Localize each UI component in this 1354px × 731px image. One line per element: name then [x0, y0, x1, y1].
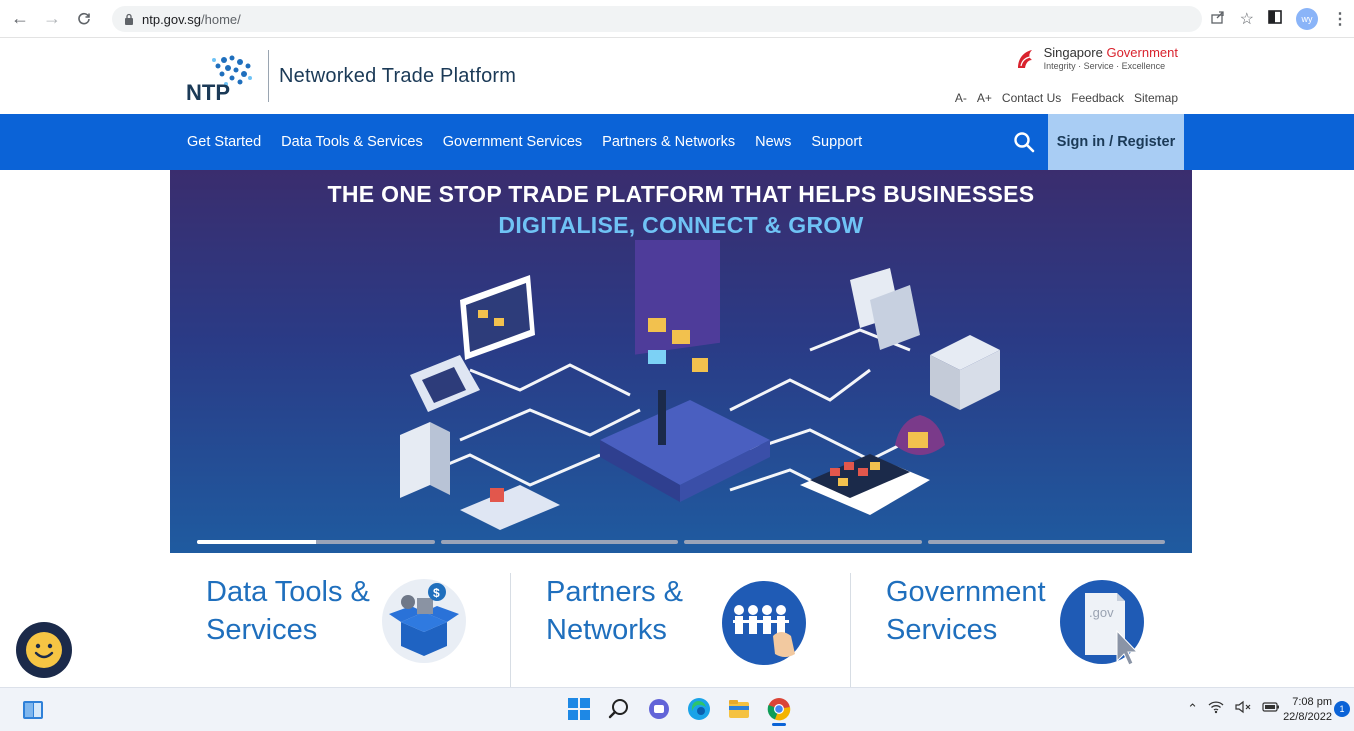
- profile-avatar[interactable]: wy: [1296, 8, 1318, 30]
- tile-title-line2: Networks: [546, 614, 667, 646]
- nav-data-tools-services[interactable]: Data Tools & Services: [281, 134, 423, 150]
- edge-browser-icon[interactable]: [686, 696, 712, 722]
- hero-title-line1: THE ONE STOP TRADE PLATFORM THAT HELPS B…: [327, 181, 1035, 207]
- hero-carousel[interactable]: THE ONE STOP TRADE PLATFORM THAT HELPS B…: [170, 170, 1192, 553]
- nav-news[interactable]: News: [755, 134, 791, 150]
- side-panel-icon[interactable]: [1268, 9, 1282, 29]
- hero-title-line2: DIGITALISE, CONNECT & GROW: [498, 212, 864, 238]
- lion-head-icon: [1012, 46, 1038, 72]
- gov-document-icon: .gov: [1059, 579, 1145, 666]
- carousel-indicator-4[interactable]: [927, 540, 1165, 544]
- lock-icon: [124, 13, 134, 25]
- chat-taskbar-icon[interactable]: [646, 696, 672, 722]
- font-increase-link[interactable]: A+: [977, 91, 992, 105]
- hero-illustration: [400, 240, 1000, 530]
- notification-badge[interactable]: 1: [1334, 701, 1350, 717]
- sign-in-register-button[interactable]: Sign in / Register: [1048, 114, 1184, 170]
- search-taskbar-icon[interactable]: [606, 696, 632, 722]
- windows-taskbar: ⌃ 7:08 pm 22/8/2022 1: [0, 687, 1354, 731]
- carousel-indicators: [197, 540, 1165, 545]
- gov-line1-a: Singapore: [1043, 45, 1107, 60]
- logo-divider: [268, 50, 269, 102]
- chevron-up-icon[interactable]: ⌃: [1187, 701, 1198, 717]
- gov-line1-b: Government: [1106, 45, 1178, 60]
- feedback-link[interactable]: Feedback: [1071, 91, 1124, 105]
- chrome-browser-icon[interactable]: [766, 696, 792, 726]
- singapore-government-brand[interactable]: Singapore Government Integrity · Service…: [1012, 46, 1178, 72]
- smiley-icon: [26, 632, 62, 668]
- clock-date: 22/8/2022: [1283, 711, 1332, 723]
- tile-title-line1: Partners &: [546, 576, 683, 608]
- site-name: Networked Trade Platform: [279, 64, 517, 87]
- forward-arrow-icon[interactable]: →: [40, 7, 64, 31]
- speaker-muted-icon[interactable]: [1234, 700, 1252, 717]
- carousel-indicator-1[interactable]: [197, 540, 435, 544]
- site-header: NTP Networked Trade Platform Singapore G…: [0, 38, 1354, 114]
- nav-government-services[interactable]: Government Services: [443, 134, 582, 150]
- svg-text:.gov: .gov: [1089, 605, 1114, 620]
- menu-kebab-icon[interactable]: ⋮: [1332, 9, 1348, 29]
- nav-partners-networks[interactable]: Partners & Networks: [602, 134, 735, 150]
- tile-title-line2: Services: [886, 614, 998, 646]
- sitemap-link[interactable]: Sitemap: [1134, 91, 1178, 105]
- windows-start-icon[interactable]: [566, 696, 592, 722]
- battery-icon[interactable]: [1262, 701, 1280, 716]
- url-host: ntp.gov.sg: [142, 11, 202, 27]
- nav-get-started[interactable]: Get Started: [187, 134, 261, 150]
- utility-links: A- A+ Contact Us Feedback Sitemap: [955, 91, 1178, 105]
- contact-us-link[interactable]: Contact Us: [1002, 91, 1061, 105]
- share-icon[interactable]: [1210, 9, 1226, 30]
- tile-title-line1: Data Tools &: [206, 576, 370, 608]
- browser-toolbar: ← → ntp.gov.sg/home/ ☆ wy ⋮: [0, 0, 1354, 38]
- chat-assistant-button[interactable]: [16, 622, 72, 678]
- bookmark-star-icon[interactable]: ☆: [1240, 9, 1254, 29]
- svg-text:NTP: NTP: [186, 80, 230, 102]
- font-decrease-link[interactable]: A-: [955, 91, 967, 105]
- tile-government-services[interactable]: Government Services .gov: [851, 573, 1192, 687]
- tile-data-tools-services[interactable]: Data Tools & Services $: [170, 573, 510, 687]
- ntp-logo-mark-icon: NTP: [184, 50, 262, 105]
- tile-title-line1: Government: [886, 576, 1046, 608]
- tile-partners-networks[interactable]: Partners & Networks: [511, 573, 851, 687]
- feature-tiles: Data Tools & Services $ Partners & Netwo…: [170, 553, 1192, 687]
- system-clock[interactable]: 7:08 pm 22/8/2022: [1283, 695, 1332, 725]
- ntp-logo[interactable]: NTP Networked Trade Platform: [184, 50, 517, 105]
- box-icon: $: [381, 578, 467, 664]
- svg-text:$: $: [433, 586, 440, 600]
- gov-motto: Integrity · Service · Excellence: [1043, 61, 1166, 71]
- widgets-icon[interactable]: [22, 700, 44, 720]
- wifi-icon[interactable]: [1208, 700, 1224, 717]
- search-icon[interactable]: [1010, 128, 1038, 156]
- carousel-progress-fill: [197, 540, 316, 544]
- clock-time: 7:08 pm: [1292, 696, 1332, 708]
- carousel-indicator-2[interactable]: [440, 540, 678, 544]
- people-icon: [721, 580, 807, 666]
- back-arrow-icon[interactable]: ←: [8, 7, 32, 31]
- tile-title-line2: Services: [206, 614, 318, 646]
- carousel-indicator-3[interactable]: [684, 540, 922, 544]
- reload-icon[interactable]: [72, 7, 96, 31]
- file-explorer-icon[interactable]: [726, 696, 752, 722]
- url-path: /home/: [201, 11, 241, 27]
- address-bar[interactable]: ntp.gov.sg/home/: [112, 6, 1202, 32]
- main-navigation: Get Started Data Tools & Services Govern…: [0, 114, 1354, 170]
- nav-support[interactable]: Support: [811, 134, 862, 150]
- active-app-indicator: [772, 723, 786, 726]
- system-tray: ⌃: [1187, 700, 1280, 717]
